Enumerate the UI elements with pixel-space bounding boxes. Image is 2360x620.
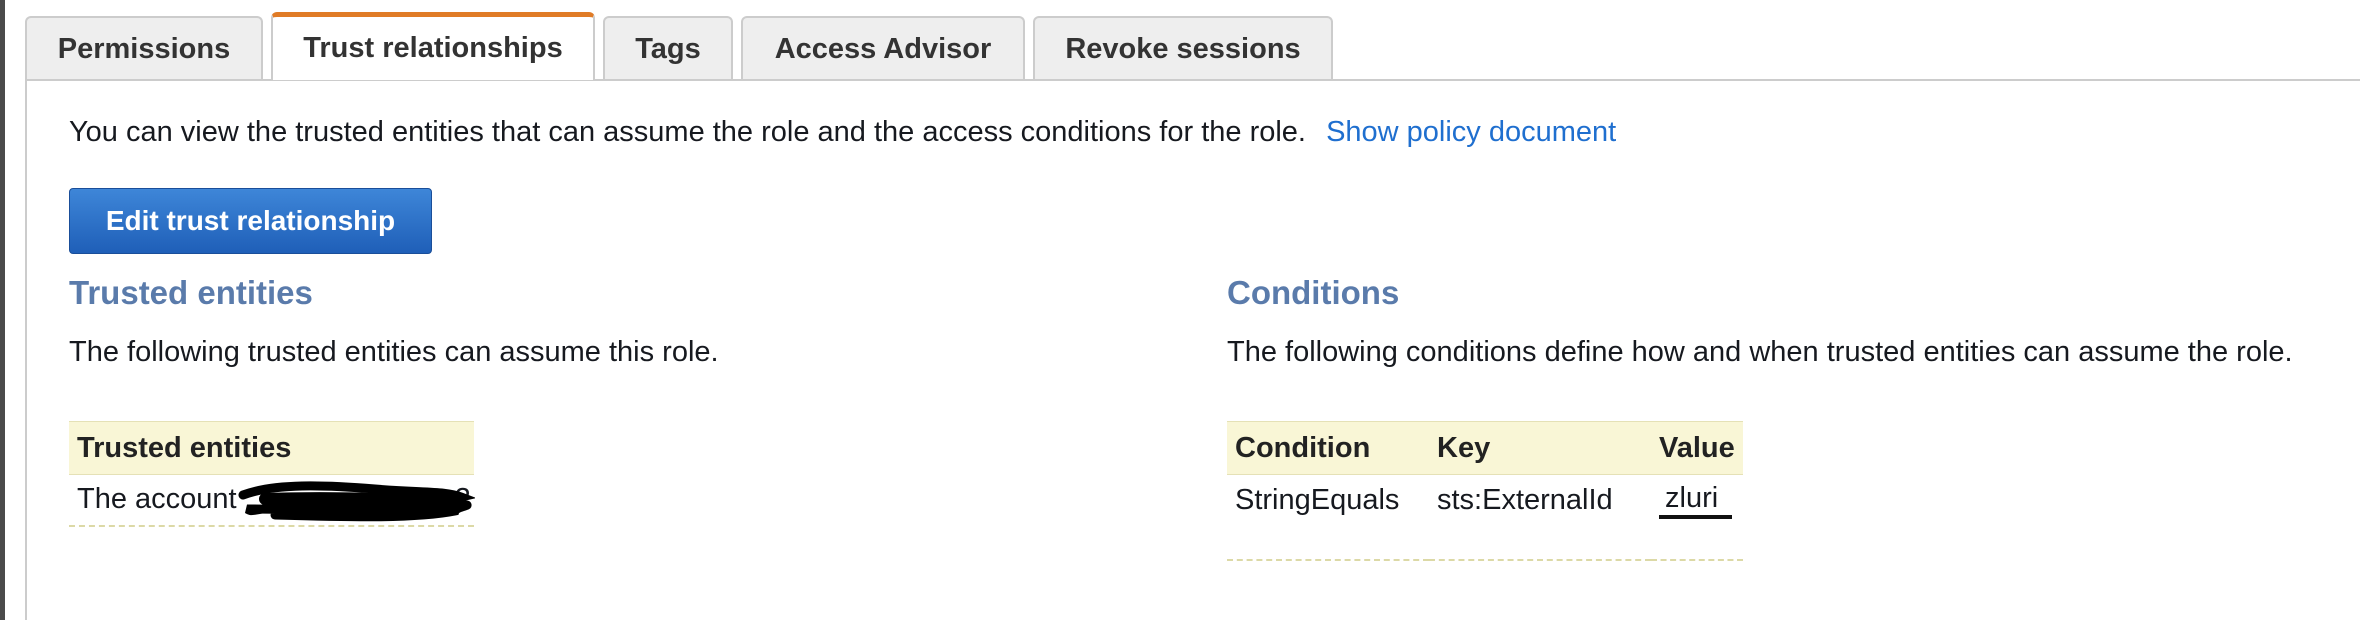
table-footer-line bbox=[1227, 525, 1743, 561]
trusted-entities-table: Trusted entities The account 2 bbox=[69, 421, 475, 527]
window-edge bbox=[0, 0, 5, 620]
tab-bar: Permissions Trust relationships Tags Acc… bbox=[25, 12, 1341, 80]
key-column-header: Key bbox=[1429, 421, 1651, 475]
edit-trust-relationship-button[interactable]: Edit trust relationship bbox=[69, 188, 432, 254]
tab-revoke-sessions[interactable]: Revoke sessions bbox=[1033, 16, 1333, 80]
condition-value: zluri bbox=[1659, 481, 1733, 519]
trust-relationships-page: Permissions Trust relationships Tags Acc… bbox=[0, 0, 2360, 620]
table-row: StringEquals sts:ExternalId zluri bbox=[1227, 475, 1743, 526]
redaction-scribble bbox=[238, 481, 475, 521]
tab-access-advisor[interactable]: Access Advisor bbox=[741, 16, 1025, 80]
intro-text: You can view the trusted entities that c… bbox=[69, 116, 1306, 148]
conditions-description: The following conditions define how and … bbox=[1227, 336, 2293, 368]
conditions-table: Condition Key Value StringEquals sts:Ext… bbox=[1227, 421, 1743, 561]
key-cell: sts:ExternalId bbox=[1437, 483, 1613, 516]
tab-tags[interactable]: Tags bbox=[603, 16, 733, 80]
trusted-entities-column-header: Trusted entities bbox=[69, 421, 474, 475]
condition-column-header: Condition bbox=[1227, 421, 1429, 475]
trusted-entities-title: Trusted entities bbox=[69, 274, 313, 311]
value-cell: zluri bbox=[1651, 475, 1743, 526]
value-column-header: Value bbox=[1651, 421, 1743, 475]
intro-text-line: You can view the trusted entities that c… bbox=[69, 116, 1616, 149]
tab-trust-relationships[interactable]: Trust relationships bbox=[271, 12, 595, 80]
condition-cell: StringEquals bbox=[1235, 483, 1400, 516]
conditions-title: Conditions bbox=[1227, 274, 1400, 311]
table-spacer-row bbox=[1227, 525, 1743, 561]
show-policy-document-link[interactable]: Show policy document bbox=[1326, 116, 1616, 148]
table-row: The account 2 bbox=[69, 474, 475, 527]
trusted-entity-cell: The account 2 bbox=[69, 474, 475, 527]
tab-permissions[interactable]: Permissions bbox=[25, 16, 263, 80]
trusted-entities-description: The following trusted entities can assum… bbox=[69, 336, 719, 368]
account-prefix: The account bbox=[77, 483, 237, 516]
